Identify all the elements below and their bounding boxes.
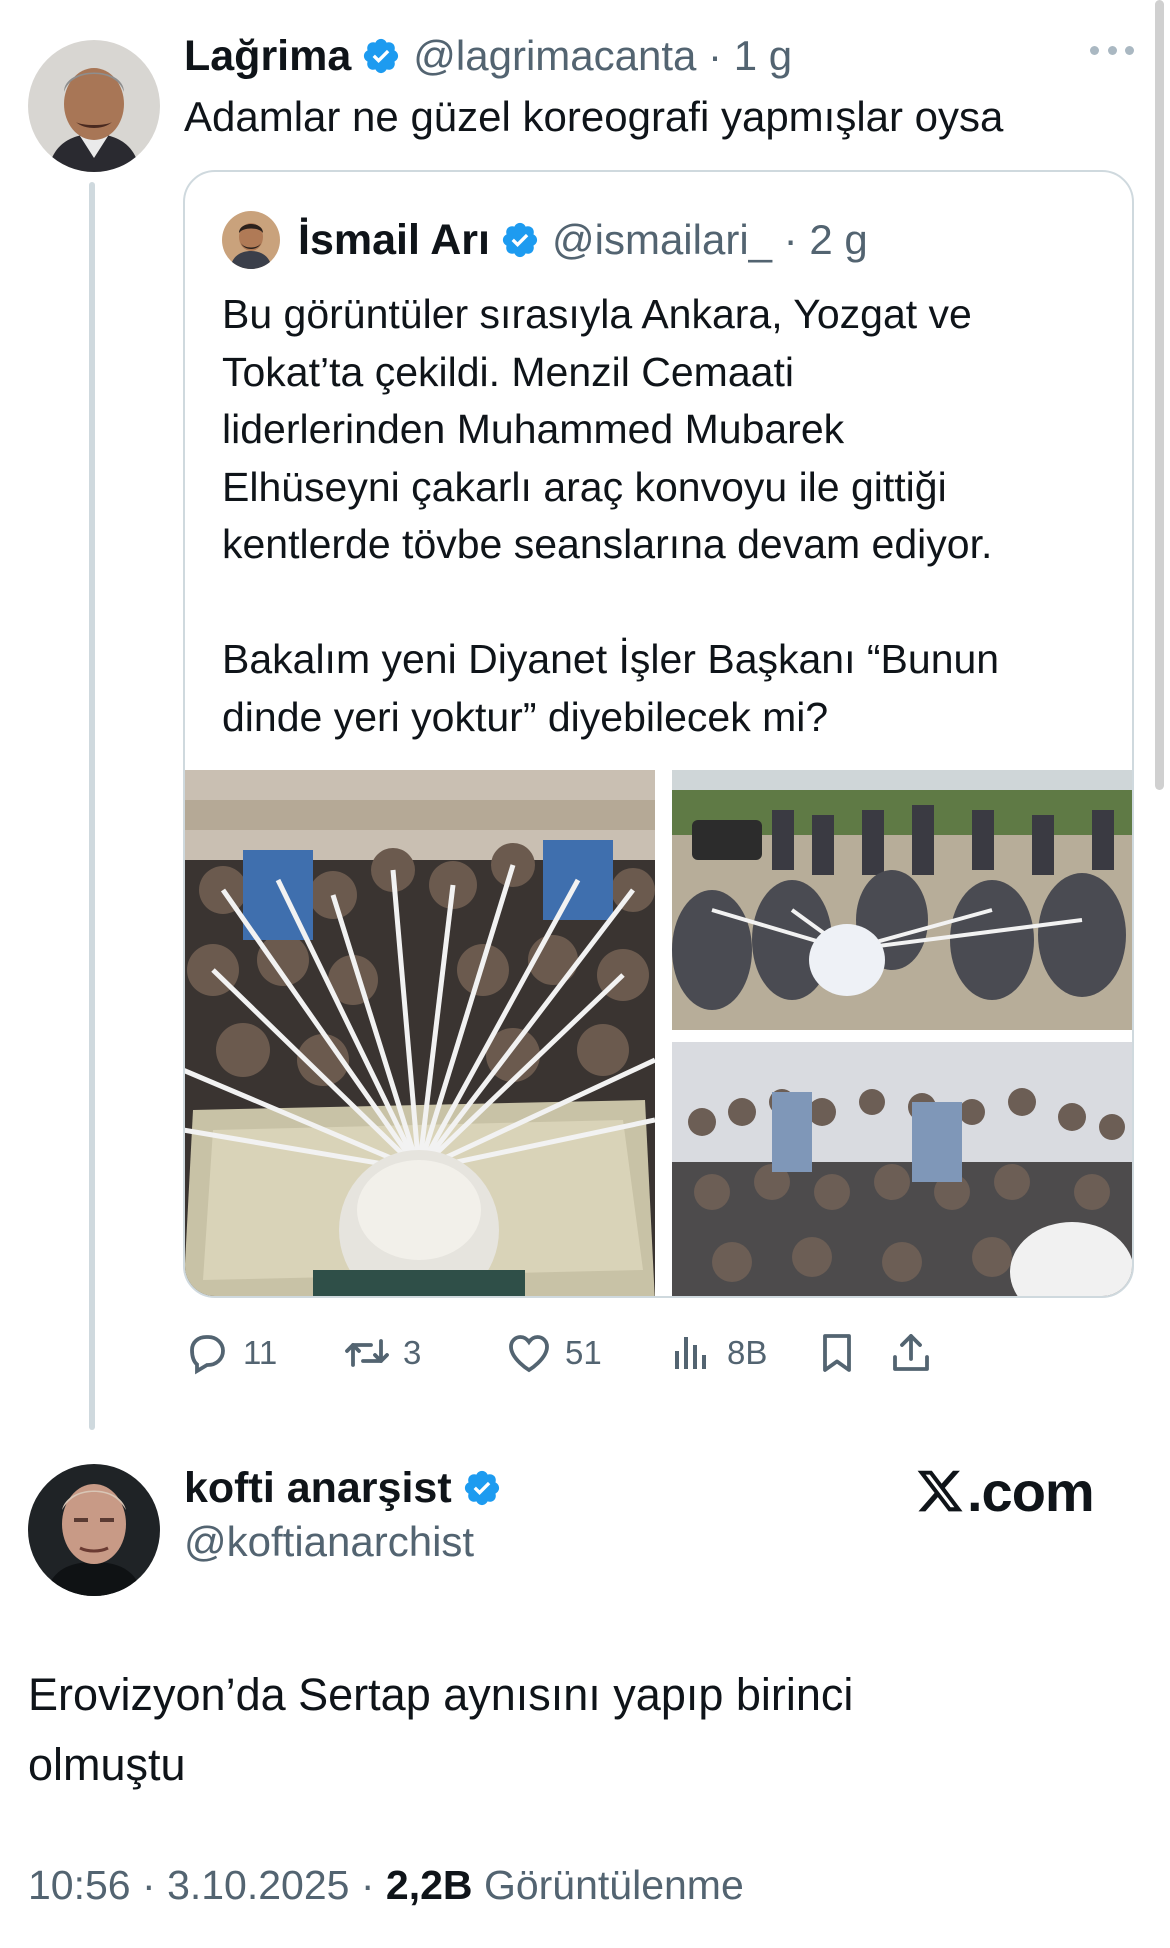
tweet2-text-line: Erovizyon’da Sertap aynısını yapıp birin… bbox=[28, 1669, 854, 1720]
tweet-meta: 10:56 · 3.10.2025 · 2,2B Görüntülenme bbox=[28, 1862, 744, 1909]
x-com-brand: .com bbox=[915, 1456, 1095, 1526]
bookmark-button[interactable] bbox=[813, 1318, 861, 1388]
separator-dot: · bbox=[142, 1862, 168, 1908]
quote-text-line: kentlerde tövbe seanslarına devam ediyor… bbox=[222, 521, 993, 567]
separator-dot: · bbox=[696, 32, 734, 79]
post-date[interactable]: 3.10.2025 bbox=[167, 1862, 349, 1908]
quote-text-line: Bakalım yeni Diyanet İşler Başkanı “Bunu… bbox=[222, 636, 1000, 682]
reply-count: 11 bbox=[243, 1334, 278, 1371]
brand-suffix: .com bbox=[967, 1459, 1095, 1523]
tweet2-text-line: olmuştu bbox=[28, 1739, 186, 1790]
quote-author-name[interactable]: İsmail Arı bbox=[298, 216, 490, 265]
tweet1-header: Lağrima @lagrimacanta · 1 g bbox=[184, 26, 792, 86]
repost-icon bbox=[343, 1329, 391, 1377]
thread-connector-line bbox=[89, 182, 95, 1430]
verified-badge-icon bbox=[500, 220, 540, 260]
separator-dot: · bbox=[360, 1862, 386, 1908]
like-icon bbox=[505, 1329, 553, 1377]
repost-button[interactable]: 3 bbox=[343, 1318, 421, 1388]
bookmark-icon bbox=[813, 1329, 861, 1377]
quote-header: İsmail Arı @ismailari_ · 2 g bbox=[222, 210, 868, 270]
x-logo-icon bbox=[915, 1466, 965, 1516]
quote-text-line: Tokat’ta çekildi. Menzil Cemaati bbox=[222, 348, 794, 395]
author-name[interactable]: Lağrima bbox=[184, 32, 351, 81]
kofti-avatar[interactable] bbox=[28, 1464, 160, 1596]
views-icon bbox=[667, 1329, 715, 1377]
author-handle[interactable]: @lagrimacanta bbox=[413, 32, 696, 80]
lagrima-avatar[interactable] bbox=[28, 40, 160, 172]
views-button[interactable]: 8B bbox=[667, 1318, 767, 1388]
tweet2-text: Erovizyon’da Sertap aynısını yapıp birin… bbox=[28, 1660, 1128, 1800]
post-time[interactable]: 10:56 bbox=[28, 1862, 131, 1908]
verified-badge-icon bbox=[361, 36, 401, 76]
reply-button[interactable]: 11 bbox=[183, 1318, 277, 1388]
like-button[interactable]: 51 bbox=[505, 1318, 602, 1388]
author-name[interactable]: kofti anarşist bbox=[184, 1464, 452, 1513]
reply-icon bbox=[183, 1329, 231, 1377]
quote-text: Bu görüntüler sırasıyla Ankara, Yozgat v… bbox=[222, 286, 1102, 746]
quote-text-line: Bu görüntüler sırasıyla Ankara, Yozgat v… bbox=[222, 291, 972, 337]
quoted-tweet-card[interactable]: İsmail Arı @ismailari_ · 2 g Bu görüntül… bbox=[183, 170, 1134, 1298]
quote-text-line: liderlerinden Muhammed Mubarek bbox=[222, 406, 845, 452]
like-count: 51 bbox=[565, 1334, 602, 1371]
photo-ankara[interactable] bbox=[185, 770, 655, 1296]
photo-yozgat[interactable] bbox=[672, 770, 1132, 1030]
action-bar: 11 3 51 8B bbox=[183, 1318, 1134, 1388]
author-handle[interactable]: @koftianarchist bbox=[184, 1518, 474, 1566]
view-count: 2,2B bbox=[385, 1862, 473, 1908]
photo-tokat[interactable] bbox=[672, 1042, 1132, 1296]
verified-badge-icon bbox=[462, 1468, 502, 1508]
quote-timestamp[interactable]: 2 g bbox=[809, 216, 867, 264]
quote-text-line: dinde yeri yoktur” diyebilecek mi? bbox=[222, 693, 829, 740]
ismail-avatar[interactable] bbox=[222, 211, 280, 269]
repost-count: 3 bbox=[403, 1334, 422, 1371]
quote-author-handle[interactable]: @ismailari_ bbox=[552, 216, 772, 264]
timestamp[interactable]: 1 g bbox=[734, 32, 792, 80]
views-label: Görüntülenme bbox=[483, 1862, 744, 1908]
more-icon[interactable] bbox=[1090, 40, 1134, 60]
media-grid bbox=[185, 770, 1132, 1296]
separator-dot: · bbox=[772, 216, 810, 263]
scrollbar[interactable] bbox=[1155, 0, 1164, 790]
share-icon bbox=[887, 1329, 935, 1377]
tweet1-text: Adamlar ne güzel koreografi yapmışlar oy… bbox=[184, 93, 1004, 140]
share-button[interactable] bbox=[887, 1318, 935, 1388]
quote-text-line: Elhüseyni çakarlı araç konvoyu ile gitti… bbox=[222, 463, 947, 510]
views-count: 8B bbox=[727, 1334, 768, 1371]
tweet2-header: kofti anarşist bbox=[184, 1458, 514, 1518]
